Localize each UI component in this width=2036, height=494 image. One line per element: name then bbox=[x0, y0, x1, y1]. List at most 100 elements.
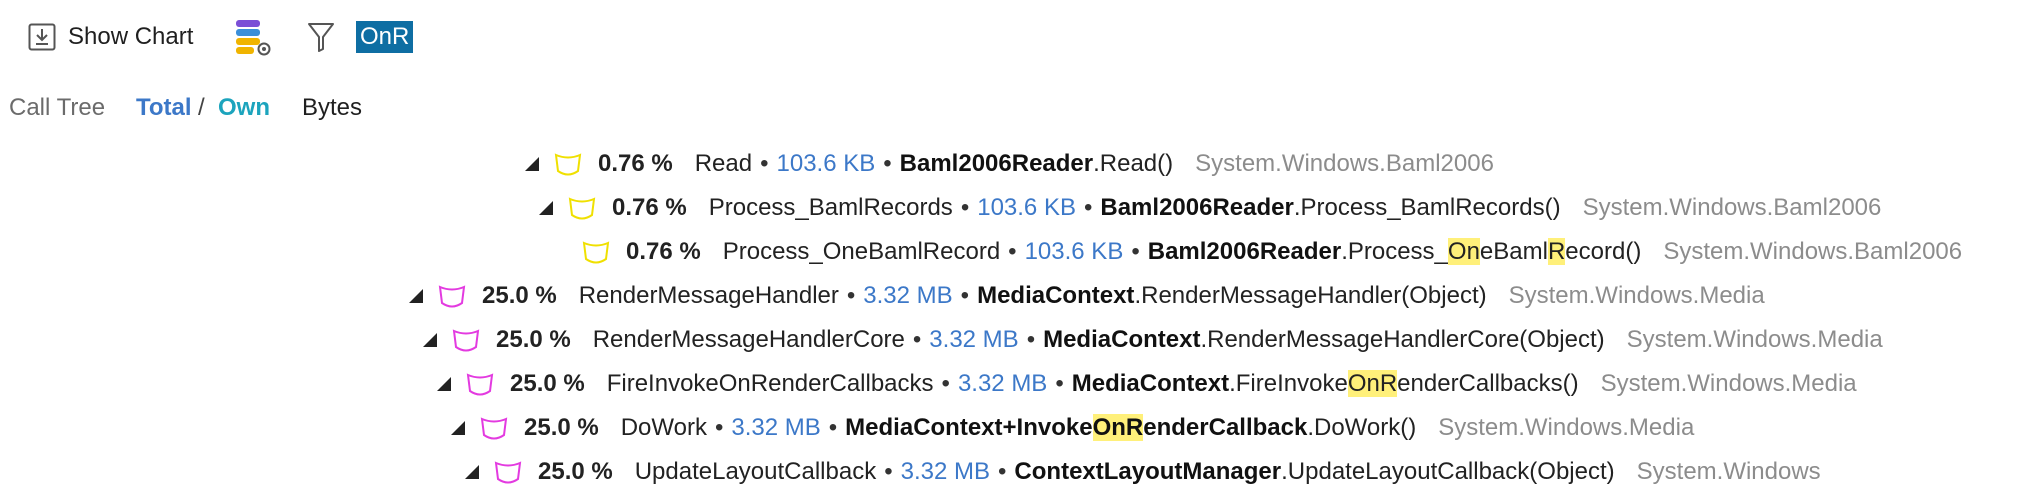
allocated-size: 103.6 KB bbox=[1024, 238, 1124, 265]
method-signature: MediaContext.RenderMessageHandlerCore(Ob… bbox=[1043, 326, 1605, 354]
bullet-separator: • bbox=[1131, 238, 1140, 265]
method-part: .UpdateLayoutCallback(Object) bbox=[1281, 458, 1615, 485]
search-filter-input[interactable]: OnR bbox=[356, 21, 414, 53]
function-name: FireInvokeOnRenderCallbacks bbox=[606, 370, 934, 397]
bullet-separator: • bbox=[960, 282, 970, 309]
function-name: RenderMessageHandler bbox=[578, 282, 839, 309]
chart-download-icon bbox=[28, 23, 56, 51]
total-toggle[interactable]: Total bbox=[136, 88, 192, 128]
allocated-size: 3.32 MB bbox=[929, 326, 1019, 353]
collapse-toggle-icon[interactable] bbox=[446, 417, 468, 439]
method-signature: MediaContext+InvokeOnRenderCallback.DoWo… bbox=[845, 414, 1416, 442]
bullet-separator: • bbox=[828, 414, 838, 441]
bullet-separator: • bbox=[998, 458, 1007, 485]
function-name: Process_OneBamlRecord bbox=[722, 238, 1001, 265]
method-part: ContextLayoutManager bbox=[1014, 458, 1282, 485]
toolbar: Show Chart OnR bbox=[0, 0, 2036, 72]
show-chart-button[interactable]: Show Chart bbox=[28, 17, 193, 57]
namespace: System.Windows.Baml2006 bbox=[1195, 150, 1494, 177]
function-name: DoWork bbox=[620, 414, 707, 441]
stack-view-icon[interactable] bbox=[234, 18, 274, 58]
method-part: MediaContext bbox=[977, 282, 1135, 309]
namespace: System.Windows bbox=[1636, 458, 1821, 485]
view-mode-bar: Call Tree Total / Own Bytes bbox=[0, 88, 2036, 128]
collapse-toggle-icon[interactable] bbox=[534, 197, 556, 219]
bullet-separator: • bbox=[884, 458, 893, 485]
filter-icon[interactable] bbox=[306, 20, 336, 54]
function-name: RenderMessageHandlerCore bbox=[592, 326, 905, 353]
tree-row[interactable]: 0.76 % Process_BamlRecords • 103.6 KB • Baml2… bbox=[534, 186, 1881, 230]
tree-row[interactable]: 25.0 % RenderMessageHandler • 3.32 MB • Media… bbox=[404, 274, 1765, 318]
slash-separator: / bbox=[198, 94, 205, 121]
collapse-toggle-icon[interactable] bbox=[432, 373, 454, 395]
bullet-separator: • bbox=[912, 326, 922, 353]
collapse-toggle-icon[interactable] bbox=[460, 461, 482, 483]
function-name: Process_BamlRecords bbox=[708, 194, 953, 221]
allocated-size: 3.32 MB bbox=[900, 458, 991, 485]
method-signature: Baml2006Reader.Process_OneBamlRecord() bbox=[1147, 238, 1641, 266]
bullet-separator: • bbox=[846, 282, 856, 309]
namespace: System.Windows.Media bbox=[1438, 414, 1695, 441]
allocation-cylinder-icon bbox=[568, 197, 596, 220]
tree-row[interactable]: 25.0 % DoWork • 3.32 MB • MediaContext+Invoke… bbox=[446, 406, 1694, 450]
namespace: System.Windows.Baml2006 bbox=[1582, 194, 1882, 221]
bullet-separator: • bbox=[714, 414, 724, 441]
percent-value: 25.0 % bbox=[510, 370, 585, 397]
show-chart-label: Show Chart bbox=[68, 23, 194, 50]
allocation-cylinder-icon bbox=[554, 153, 582, 176]
collapse-toggle-icon[interactable] bbox=[520, 153, 542, 175]
bullet-separator: • bbox=[960, 194, 970, 221]
namespace: System.Windows.Media bbox=[1600, 370, 1857, 397]
tree-row[interactable]: 0.76 % Process_OneBamlRecord • 103.6 KB • Bam… bbox=[548, 230, 1962, 274]
method-part: Baml2006Reader bbox=[899, 150, 1094, 177]
method-part: Baml2006Reader bbox=[1147, 238, 1342, 265]
search-match-highlight: OnR bbox=[1347, 370, 1398, 397]
tree-row[interactable]: 25.0 % RenderMessageHandlerCore • 3.32 MB • M… bbox=[418, 318, 1883, 362]
method-part: enderCallbacks() bbox=[1397, 370, 1579, 397]
method-signature: Baml2006Reader.Read() bbox=[900, 150, 1173, 178]
own-toggle[interactable]: Own bbox=[218, 88, 270, 128]
tree-row[interactable]: 25.0 % FireInvokeOnRenderCallbacks • 3.32 M… bbox=[432, 362, 1857, 406]
allocation-cylinder-icon bbox=[466, 373, 494, 396]
method-part: MediaContext bbox=[1043, 326, 1201, 353]
percent-value: 25.0 % bbox=[482, 282, 557, 309]
call-tree-label: Call Tree bbox=[9, 94, 106, 121]
allocated-size: 103.6 KB bbox=[776, 150, 876, 177]
tree-row[interactable]: 0.76 % Read • 103.6 KB • Baml2006Reader.Read(… bbox=[520, 142, 1494, 186]
method-part: .RenderMessageHandlerCore(Object) bbox=[1200, 326, 1605, 353]
method-part: MediaContext bbox=[1071, 370, 1230, 397]
leaf-spacer bbox=[548, 241, 570, 263]
namespace: System.Windows.Baml2006 bbox=[1663, 238, 1963, 265]
bullet-separator: • bbox=[760, 150, 769, 177]
allocation-cylinder-icon bbox=[582, 241, 610, 264]
allocation-cylinder-icon bbox=[494, 461, 522, 484]
method-part: MediaContext+Invoke bbox=[845, 414, 1093, 441]
bullet-separator: • bbox=[1055, 370, 1064, 397]
search-match-highlight: On bbox=[1447, 238, 1480, 265]
method-part: .DoWork() bbox=[1307, 414, 1417, 441]
namespace: System.Windows.Media bbox=[1508, 282, 1765, 309]
collapse-toggle-icon[interactable] bbox=[418, 329, 440, 351]
allocated-size: 3.32 MB bbox=[731, 414, 821, 441]
bytes-toggle[interactable]: Bytes bbox=[302, 88, 362, 128]
method-part: .RenderMessageHandler(Object) bbox=[1134, 282, 1487, 309]
bullet-separator: • bbox=[1026, 326, 1036, 353]
search-match-highlight: OnR bbox=[1092, 414, 1144, 441]
search-match-highlight: R bbox=[1547, 238, 1566, 265]
function-name: UpdateLayoutCallback bbox=[634, 458, 877, 485]
bullet-separator: • bbox=[941, 370, 950, 397]
allocated-size: 3.32 MB bbox=[863, 282, 953, 309]
bullet-separator: • bbox=[1083, 194, 1093, 221]
method-part: .Process_BamlRecords() bbox=[1293, 194, 1561, 221]
percent-value: 25.0 % bbox=[496, 326, 571, 353]
method-part: eBaml bbox=[1479, 238, 1548, 265]
collapse-toggle-icon[interactable] bbox=[404, 285, 426, 307]
method-signature: Baml2006Reader.Process_BamlRecords() bbox=[1100, 194, 1560, 222]
method-signature: MediaContext.RenderMessageHandler(Object… bbox=[977, 282, 1487, 310]
method-part: enderCallback bbox=[1143, 414, 1308, 441]
tree-row[interactable]: 25.0 % UpdateLayoutCallback • 3.32 MB • Conte… bbox=[460, 450, 1821, 494]
method-signature: MediaContext.FireInvokeOnRenderCallbacks… bbox=[1072, 370, 1579, 398]
method-part: .Process_ bbox=[1341, 238, 1448, 265]
method-signature: ContextLayoutManager.UpdateLayoutCallbac… bbox=[1014, 458, 1614, 486]
method-part: Baml2006Reader bbox=[1100, 194, 1294, 221]
